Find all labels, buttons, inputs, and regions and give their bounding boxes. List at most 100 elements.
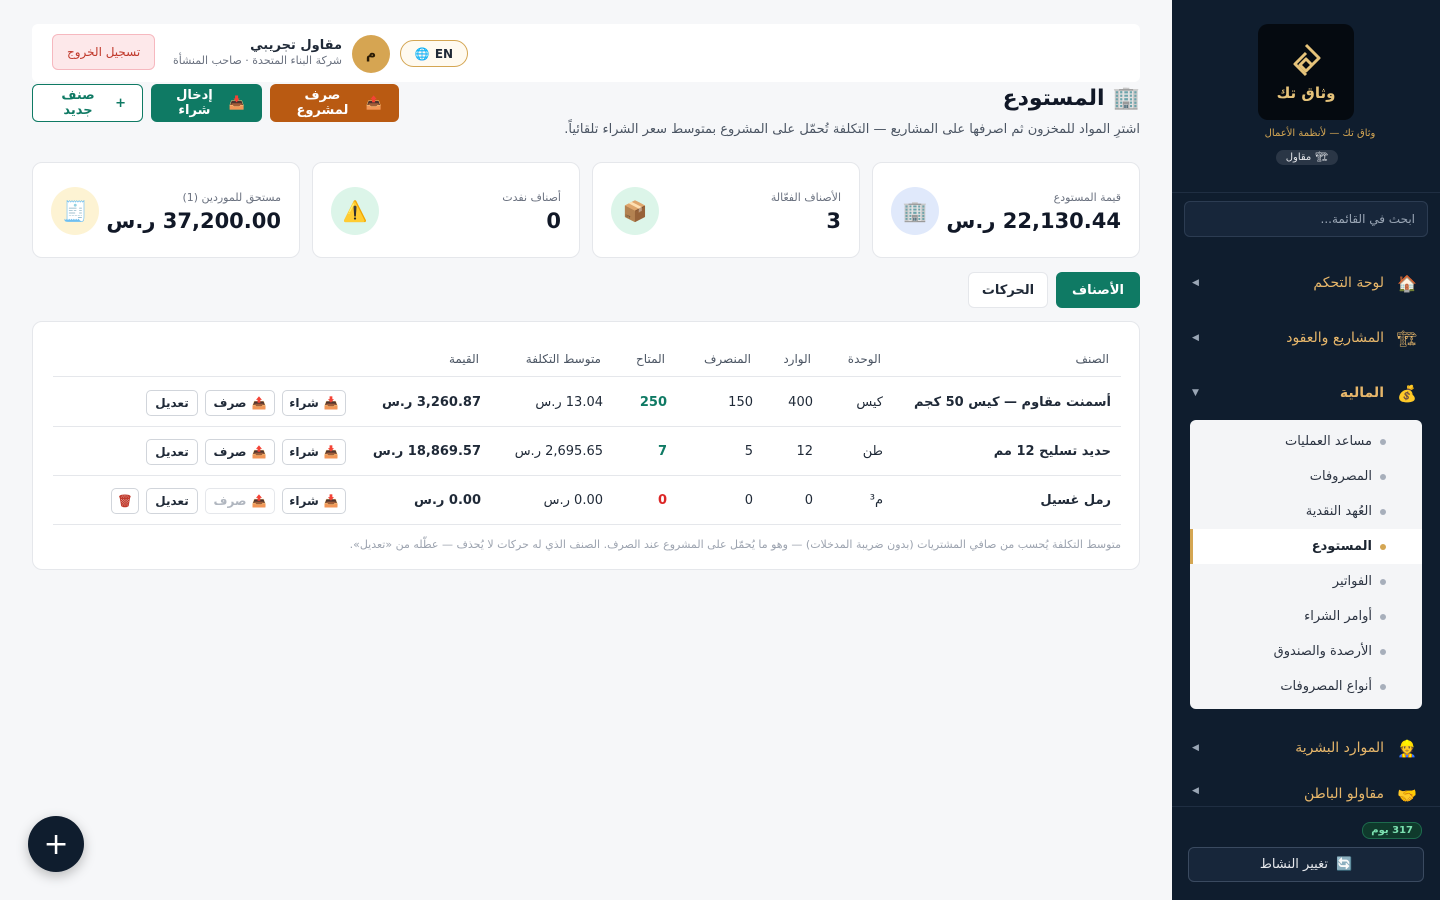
plus-icon: + (115, 95, 126, 111)
stat-label: أصناف نفدت (502, 191, 561, 204)
language-label: EN (434, 46, 454, 61)
bullet-icon (1380, 543, 1386, 550)
sidebar-search-input[interactable] (1184, 201, 1428, 237)
cell-avg-cost: 2,695.65 ر.س (514, 444, 603, 459)
issue-to-project-button[interactable]: 📤 صرف لمشروع (270, 84, 399, 122)
sub-item-label: العُهد النقدية (1305, 504, 1372, 519)
cell-item: حديد تسليح 12 مم (993, 444, 1111, 459)
floating-add-button[interactable]: + (28, 816, 84, 872)
sub-item-warehouse[interactable]: المستودع (1190, 529, 1422, 564)
construction-icon: 🏗 (1396, 328, 1418, 348)
sidebar-item-hr[interactable]: 👷 الموارد البشرية ◀ (1192, 731, 1420, 765)
bullet-icon (1380, 473, 1386, 480)
inbox-icon: 📥 (323, 494, 339, 508)
sidebar-divider (1172, 192, 1440, 193)
page-title-text: المستودع (1002, 86, 1105, 111)
issue-button[interactable]: 📤 صرف (205, 439, 275, 465)
table-row: أسمنت مقاوم — كيس 50 كجم كيس 400 150 250… (33, 378, 1141, 426)
chevron-left-icon: ◀ (1192, 786, 1199, 796)
sidebar-item-projects[interactable]: 🏗 المشاريع والعقود ◀ (1192, 321, 1420, 355)
globe-icon: 🌐 (414, 46, 430, 61)
button-label: صنف جديد (61, 88, 95, 118)
sub-item-balances[interactable]: الأرصدة والصندوق (1190, 634, 1422, 669)
cell-issued: 0 (744, 493, 753, 508)
warning-icon: ⚠️ (331, 187, 379, 235)
sub-item-invoices[interactable]: الفواتير (1190, 564, 1422, 599)
sub-item-label: المستودع (1311, 539, 1372, 554)
new-item-button[interactable]: + صنف جديد (32, 84, 143, 122)
sub-item-label: الفواتير (1332, 574, 1372, 589)
bullet-icon (1380, 683, 1386, 690)
cell-value: 3,260.87 ر.س (381, 395, 481, 410)
logout-button[interactable]: تسجيل الخروج (52, 34, 156, 70)
plus-icon: + (43, 826, 69, 862)
sub-item-label: الأرصدة والصندوق (1273, 644, 1372, 659)
cell-unit: كيس (856, 395, 883, 410)
delete-button[interactable]: 🗑 (111, 488, 139, 514)
brand-name: وثاق تك (1276, 84, 1336, 102)
stat-card-supplier-dues: مستحق للموردين (1) 37,200.00 ر.س 🧾 (32, 162, 300, 258)
switch-activity-button[interactable]: 🔄 تغيير النشاط (1188, 847, 1424, 882)
sub-item-purchase-orders[interactable]: أوامر الشراء (1190, 599, 1422, 634)
column-header-unit: الوحدة (847, 352, 881, 366)
sidebar-item-subcontractors[interactable]: 🤝 مقاولو الباطن ◀ (1192, 786, 1420, 806)
finance-submenu: مساعد العمليات المصروفات العُهد النقدية … (1190, 420, 1422, 709)
sidebar-item-label: مقاولو الباطن (1303, 786, 1384, 802)
page-description: اشترِ المواد للمخزون ثم اصرفها على المشا… (564, 122, 1140, 137)
column-header-available: المتاح (636, 352, 665, 366)
cell-unit: م³ (869, 493, 883, 508)
inbox-icon: 📥 (323, 396, 339, 410)
brand-logo: وثاق تك (1258, 24, 1354, 120)
table-note: متوسط التكلفة يُحسب من صافي المشتريات (ب… (349, 538, 1121, 551)
sub-item-operations-assistant[interactable]: مساعد العمليات (1190, 424, 1422, 459)
building-icon: 🏢 (891, 187, 939, 235)
top-bar: تسجيل الخروج مقاول تجريبي شركة البناء ال… (32, 24, 1140, 82)
trash-icon: 🗑 (117, 494, 133, 508)
buy-button[interactable]: 📥 شراء (282, 439, 346, 465)
sidebar-item-dashboard[interactable]: 🏠 لوحة التحكم ◀ (1192, 266, 1420, 300)
sub-item-expenses[interactable]: المصروفات (1190, 459, 1422, 494)
stat-value: 3 (826, 209, 841, 233)
edit-button[interactable]: تعديل (146, 488, 198, 514)
stat-value: 37,200.00 ر.س (106, 209, 281, 233)
stat-card-active-items: الأصناف الفعّالة 3 📦 (592, 162, 860, 258)
page-actions: 📤 صرف لمشروع 📥 إدخال شراء + صنف جديد (32, 84, 399, 122)
sidebar-item-finance[interactable]: 💰 المالية ▼ (1192, 376, 1420, 410)
edit-button[interactable]: تعديل (146, 390, 198, 416)
refresh-icon: 🔄 (1335, 857, 1353, 872)
sub-item-petty-cash[interactable]: العُهد النقدية (1190, 494, 1422, 529)
cell-available: 250 (639, 395, 667, 410)
cell-value: 18,869.57 ر.س (372, 444, 481, 459)
inbox-icon: 📥 (228, 95, 245, 111)
sidebar: وثاق تك وثاق تك — لأنظمة الأعمال 🏗 مقاول… (1172, 0, 1440, 900)
cell-available: 0 (657, 493, 667, 508)
chevron-left-icon: ◀ (1192, 743, 1199, 753)
enter-purchase-button[interactable]: 📥 إدخال شراء (151, 84, 262, 122)
cell-item: رمل غسيل (1040, 493, 1111, 508)
cell-item: أسمنت مقاوم — كيس 50 كجم (913, 395, 1111, 410)
tab-items[interactable]: الأصناف (1056, 272, 1140, 308)
items-table: الصنف الوحدة الوارد المنصرف المتاح متوسط… (32, 321, 1140, 570)
role-badge: 🏗 مقاول (1275, 150, 1338, 165)
stat-label: قيمة المستودع (1053, 191, 1121, 204)
edit-button[interactable]: تعديل (146, 439, 198, 465)
column-header-avg-cost: متوسط التكلفة (525, 352, 601, 366)
tab-movements[interactable]: الحركات (968, 272, 1048, 308)
avatar[interactable]: م (352, 35, 390, 73)
cell-unit: طن (862, 444, 883, 459)
warehouse-icon: 🏢 (1112, 86, 1140, 111)
table-row: حديد تسليح 12 مم طن 12 5 7 2,695.65 ر.س … (33, 427, 1141, 475)
buy-button[interactable]: 📥 شراء (282, 390, 346, 416)
outbox-icon: 📤 (251, 396, 267, 410)
sub-item-expense-types[interactable]: أنواع المصروفات (1190, 669, 1422, 704)
sidebar-item-label: المالية (1339, 385, 1384, 401)
issue-button[interactable]: 📤 صرف (205, 390, 275, 416)
language-toggle-button[interactable]: EN 🌐 (400, 40, 468, 67)
cell-issued: 150 (728, 395, 753, 410)
bullet-icon (1380, 613, 1386, 620)
buy-button[interactable]: 📥 شراء (282, 488, 346, 514)
stat-value: 22,130.44 ر.س (946, 209, 1121, 233)
money-bag-icon: 💰 (1397, 383, 1417, 403)
role-label: مقاول (1285, 152, 1312, 163)
chevron-down-icon: ▼ (1192, 388, 1199, 398)
